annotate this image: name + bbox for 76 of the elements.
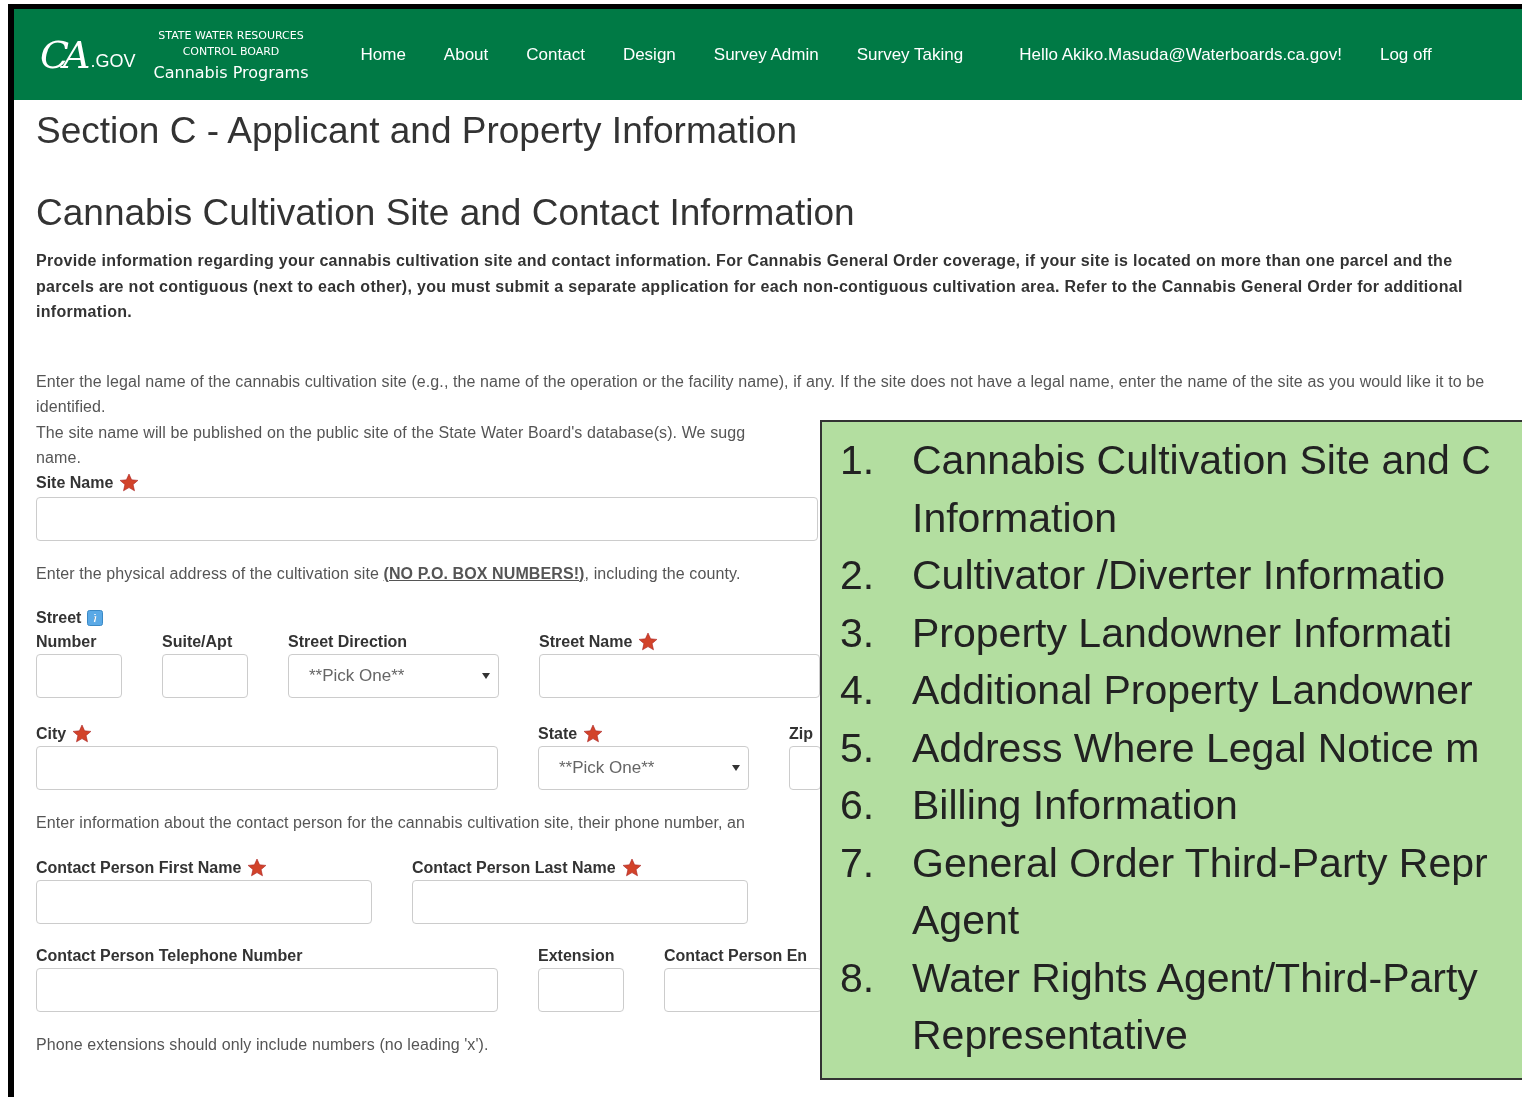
nav-link[interactable]: Design [622, 44, 676, 65]
agency-name: CONTROL BOARD [182, 43, 280, 60]
field-label: Contact Person First Name [36, 858, 242, 877]
list-number: 6. [840, 781, 876, 830]
logoff-link[interactable]: Log off [1379, 44, 1432, 65]
list-item-text: Address Where Legal Notice m [912, 723, 1480, 773]
list-item-text: Cultivator /Diverter Informatio [912, 551, 1446, 600]
input-field[interactable] [36, 654, 122, 698]
list-number: 4. [840, 666, 876, 715]
field-label: State [538, 725, 578, 743]
input-field[interactable] [162, 654, 248, 698]
list-item-text: Billing Information [912, 781, 1238, 830]
field-label: Street [36, 609, 82, 627]
help-text: Enter the physical address of the cultivation site (NO P.O. BOX NUMBERS!), including the county. [36, 563, 741, 584]
required-star-icon [247, 857, 268, 878]
field-label: Contact Person Telephone Number [36, 946, 303, 965]
help-text: Phone extensions should only include numbers (no leading 'x'). [36, 1034, 489, 1055]
dropdown-field[interactable]: **Pick One** [538, 746, 749, 790]
nav-link[interactable]: Survey Taking [856, 44, 964, 65]
field-label: Number [36, 633, 97, 651]
required-star-icon [638, 632, 659, 652]
field-label: Street Name [539, 633, 633, 651]
dropdown-field[interactable]: **Pick One** [288, 654, 499, 698]
logo[interactable]: CA.GOV [40, 35, 136, 74]
list-item-text: Additional Property Landowner [912, 666, 1473, 715]
nav-link[interactable]: Home [360, 44, 406, 65]
subsection-title: Cannabis Cultivation Site and Contact Information [36, 192, 856, 234]
list-number: 2. [840, 551, 876, 600]
caret-icon [732, 765, 740, 771]
field-label: City [36, 725, 67, 743]
list-item-text: Information [912, 493, 1119, 543]
field-label: Contact Person Last Name [412, 858, 616, 877]
input-field[interactable] [539, 654, 820, 698]
nav-link[interactable]: About [443, 44, 489, 65]
input-field[interactable] [664, 967, 822, 1012]
field-label: Contact Person En [664, 946, 808, 965]
list-item-text: Water Rights Agent/Third-Party [912, 953, 1478, 1003]
help-text: The site name will be published on the public site of the State Water Board's database(s). We sugg [36, 422, 746, 443]
intro-text: Provide information regarding your cannabis cultivation site and contact information. For Cannabis General Order coverage, if your site is located on more than one parcel and the parcels are not contiguous (next to each other), you must submit a separate application for each non-contiguous cultivation area. Refer to the Cannabis General Order for additional information. [36, 251, 1464, 322]
list-number: 7. [840, 838, 876, 888]
list-number: 1. [840, 436, 876, 485]
list-item-text: Representative [912, 1011, 1189, 1060]
input-field[interactable] [36, 496, 818, 541]
list-number: 3. [840, 608, 876, 658]
info-icon[interactable] [87, 610, 104, 626]
list-item-text: Cannabis Cultivation Site and C [912, 436, 1491, 485]
help-text: Enter information about the contact person for the cannabis cultivation site, their phone number, an [36, 813, 746, 833]
field-label: Street Direction [288, 633, 408, 651]
list-item-text: Property Landowner Informati [912, 608, 1453, 658]
section-title: Section C - Applicant and Property Information [36, 110, 798, 152]
input-field[interactable] [789, 746, 821, 790]
list-number: 8. [840, 953, 876, 1003]
input-field[interactable] [412, 879, 748, 924]
field-label: Site Name [36, 473, 114, 492]
greeting-text: Hello Akiko.Masuda@Waterboards.ca.gov! [1019, 44, 1342, 65]
input-field[interactable] [36, 746, 498, 790]
caret-icon [482, 673, 490, 679]
agency-name: STATE WATER RESOURCES [158, 27, 304, 44]
list-item-text: General Order Third-Party Repr [912, 838, 1488, 888]
list-item-text: Agent [912, 896, 1021, 945]
required-star-icon [583, 724, 604, 744]
input-field[interactable] [36, 967, 498, 1012]
nav-link[interactable]: Contact [526, 44, 585, 65]
help-text: name. [36, 448, 81, 468]
input-field[interactable] [36, 879, 372, 924]
required-star-icon [621, 857, 642, 878]
field-label: Suite/Apt [162, 633, 233, 651]
field-label: Extension [538, 946, 615, 965]
input-field[interactable] [538, 967, 624, 1012]
required-star-icon [119, 472, 140, 493]
program-name: Cannabis Programs [153, 62, 309, 82]
nav-link[interactable]: Survey Admin [713, 44, 819, 65]
required-star-icon [72, 724, 93, 744]
help-text: Enter the legal name of the cannabis cultivation site (e.g., the name of the operation or the facility name), if any. If the site does not have a legal name, enter the name of the site as you would like it to be identified. [36, 371, 1486, 417]
field-label: Zip [789, 725, 813, 743]
list-number: 5. [840, 723, 876, 773]
